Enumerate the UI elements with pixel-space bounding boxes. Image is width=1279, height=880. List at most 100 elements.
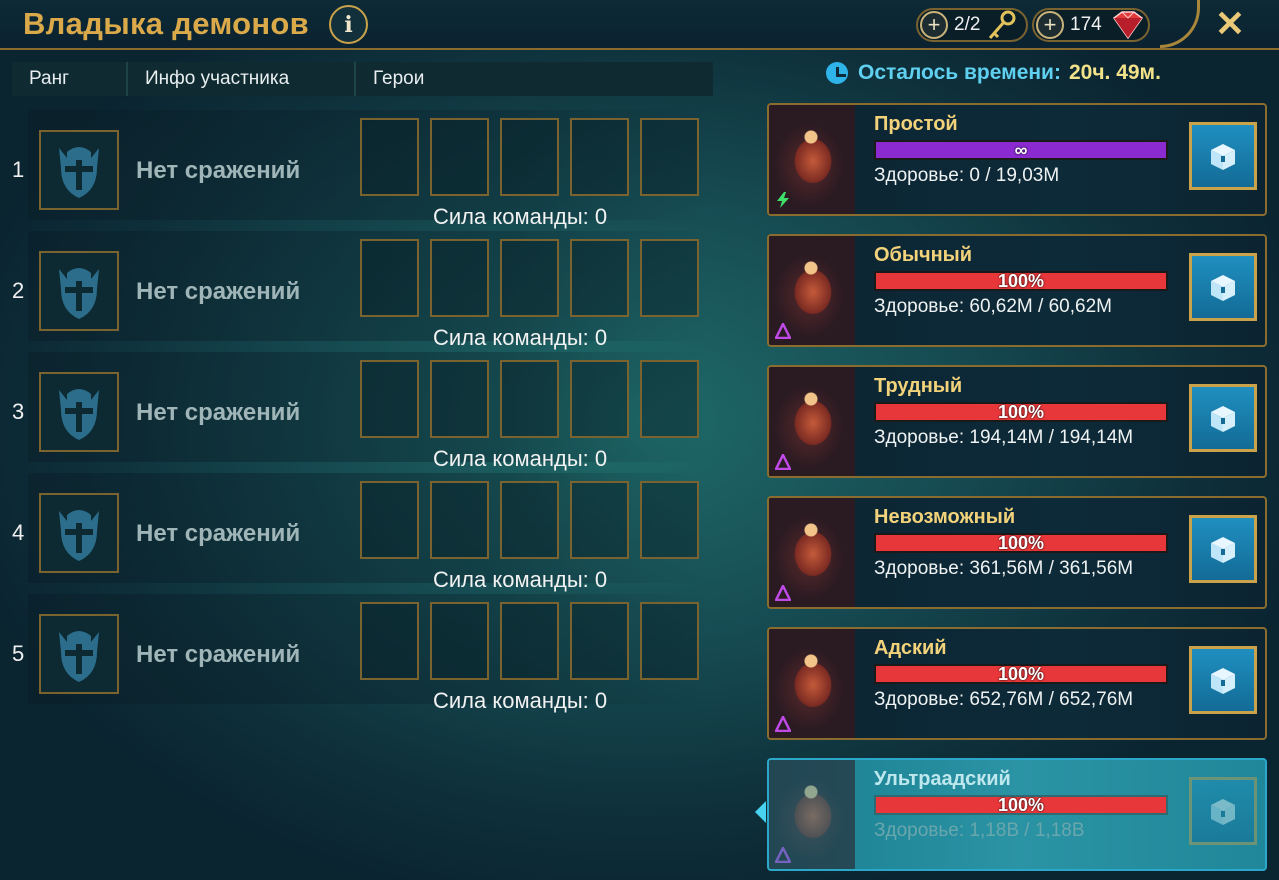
difficulty-name: Невозможный bbox=[874, 506, 1016, 528]
close-button[interactable]: ✕ bbox=[1212, 6, 1248, 42]
health-text: Здоровье: 361,56M / 361,56M bbox=[874, 558, 1134, 579]
hero-slot bbox=[360, 602, 419, 680]
rank-number: 1 bbox=[12, 157, 25, 182]
rewards-chest-button[interactable] bbox=[1189, 384, 1257, 452]
difficulty-card[interactable]: Трудный 100% Здоровье: 194,14M / 194,14M bbox=[767, 365, 1267, 478]
hero-slot bbox=[570, 239, 629, 317]
health-bar-label: 100% bbox=[997, 663, 1045, 684]
health-text: Здоровье: 652,76M / 652,76M bbox=[874, 689, 1134, 710]
boss-portrait bbox=[769, 367, 855, 476]
boss-portrait bbox=[769, 498, 855, 607]
table-row[interactable]: 5 Нет сражений Сила команды: 0 bbox=[0, 594, 713, 715]
gems-counter: + 174 bbox=[1032, 8, 1150, 42]
difficulty-card[interactable]: Адский 100% Здоровье: 652,76M / 652,76M bbox=[767, 627, 1267, 740]
column-heroes: Герои bbox=[373, 68, 425, 89]
table-row[interactable]: 1 Нет сражений Сила команды: 0 bbox=[0, 110, 713, 231]
helmet-icon bbox=[59, 631, 99, 682]
add-gems-button[interactable]: + bbox=[1036, 11, 1064, 39]
difficulty-name: Обычный bbox=[874, 244, 973, 266]
triangle-icon bbox=[775, 716, 791, 732]
hero-slot bbox=[570, 602, 629, 680]
top-bar: Владыка демонов i + 2/2 + 174 ✕ bbox=[0, 0, 1279, 50]
hero-slot bbox=[430, 360, 489, 438]
rank-number: 5 bbox=[12, 641, 25, 666]
hero-slot bbox=[570, 360, 629, 438]
keys-value: 2/2 bbox=[954, 14, 981, 35]
hero-slot bbox=[430, 602, 489, 680]
hero-slot bbox=[500, 481, 559, 559]
column-player-info: Инфо участника bbox=[128, 62, 356, 96]
rewards-chest-button[interactable] bbox=[1189, 646, 1257, 714]
health-bar: ∞ bbox=[874, 140, 1168, 160]
hero-slot bbox=[360, 239, 419, 317]
helmet-icon bbox=[59, 268, 99, 319]
chest-icon bbox=[1211, 406, 1235, 432]
rewards-chest-button[interactable] bbox=[1189, 777, 1257, 845]
player-info: Нет сражений bbox=[136, 399, 301, 426]
hero-slot bbox=[640, 239, 699, 317]
table-row[interactable]: 4 Нет сражений Сила команды: 0 bbox=[0, 473, 713, 594]
info-button[interactable]: i bbox=[329, 5, 368, 44]
avatar bbox=[39, 251, 119, 331]
add-keys-button[interactable]: + bbox=[920, 11, 948, 39]
boss-portrait bbox=[769, 236, 855, 345]
health-bar: 100% bbox=[874, 795, 1168, 815]
difficulty-card[interactable]: Обычный 100% Здоровье: 60,62M / 60,62M bbox=[767, 234, 1267, 347]
health-text: Здоровье: 194,14M / 194,14M bbox=[874, 427, 1134, 448]
table-row[interactable]: 2 Нет сражений Сила команды: 0 bbox=[0, 231, 713, 352]
health-bar: 100% bbox=[874, 402, 1168, 422]
avatar bbox=[39, 493, 119, 573]
hero-slot bbox=[430, 481, 489, 559]
player-info: Нет сражений bbox=[136, 641, 301, 668]
avatar bbox=[39, 130, 119, 210]
chest-icon bbox=[1211, 144, 1235, 170]
selection-arrow-icon bbox=[755, 801, 766, 823]
boss-portrait bbox=[769, 629, 855, 738]
timer-label: Осталось времени: bbox=[858, 61, 1061, 84]
corner-ornament bbox=[1160, 0, 1200, 48]
difficulty-card[interactable]: Ультраадский 100% Здоровье: 1,18B / 1,18B bbox=[767, 758, 1267, 871]
triangle-icon bbox=[775, 454, 791, 470]
lightning-icon bbox=[777, 192, 789, 208]
hero-slot bbox=[570, 118, 629, 196]
table-row[interactable]: 3 Нет сражений Сила команды: 0 bbox=[0, 352, 713, 473]
rewards-chest-button[interactable] bbox=[1189, 515, 1257, 583]
team-power: Сила команды: 0 bbox=[433, 688, 608, 713]
team-power: Сила команды: 0 bbox=[433, 325, 608, 350]
difficulty-card[interactable]: Невозможный 100% Здоровье: 361,56M / 361,5… bbox=[767, 496, 1267, 609]
keys-counter: + 2/2 bbox=[916, 8, 1028, 42]
helmet-icon bbox=[59, 389, 99, 440]
hero-slot bbox=[360, 118, 419, 196]
difficulty-name: Ультраадский bbox=[874, 768, 1011, 790]
triangle-icon bbox=[775, 585, 791, 601]
difficulty-name: Адский bbox=[874, 637, 947, 659]
gems-value: 174 bbox=[1070, 14, 1102, 35]
rewards-chest-button[interactable] bbox=[1189, 253, 1257, 321]
health-bar-label: 100% bbox=[997, 794, 1045, 815]
key-icon bbox=[989, 10, 1016, 39]
hero-slot bbox=[570, 481, 629, 559]
page-title: Владыка демонов bbox=[23, 6, 310, 41]
leaderboard-header: Ранг Инфо участника Герои bbox=[12, 62, 713, 96]
rewards-chest-button[interactable] bbox=[1189, 122, 1257, 190]
rank-number: 4 bbox=[12, 520, 25, 545]
boss-portrait bbox=[769, 760, 855, 869]
hero-slot bbox=[360, 481, 419, 559]
hero-slot bbox=[640, 360, 699, 438]
difficulty-card[interactable]: Простой ∞ Здоровье: 0 / 19,03M bbox=[767, 103, 1267, 216]
hero-slot bbox=[500, 602, 559, 680]
rank-number: 3 bbox=[12, 399, 25, 424]
avatar bbox=[39, 614, 119, 694]
player-info: Нет сражений bbox=[136, 157, 301, 184]
player-info: Нет сражений bbox=[136, 520, 301, 547]
chest-icon bbox=[1211, 799, 1235, 825]
hero-slot bbox=[430, 118, 489, 196]
helmet-icon bbox=[59, 510, 99, 561]
hero-slot bbox=[640, 602, 699, 680]
difficulty-name: Простой bbox=[874, 113, 958, 135]
rank-number: 2 bbox=[12, 278, 25, 303]
chest-icon bbox=[1211, 275, 1235, 301]
clock-icon bbox=[826, 62, 848, 84]
health-text: Здоровье: 1,18B / 1,18B bbox=[874, 820, 1085, 841]
hero-slot bbox=[640, 118, 699, 196]
